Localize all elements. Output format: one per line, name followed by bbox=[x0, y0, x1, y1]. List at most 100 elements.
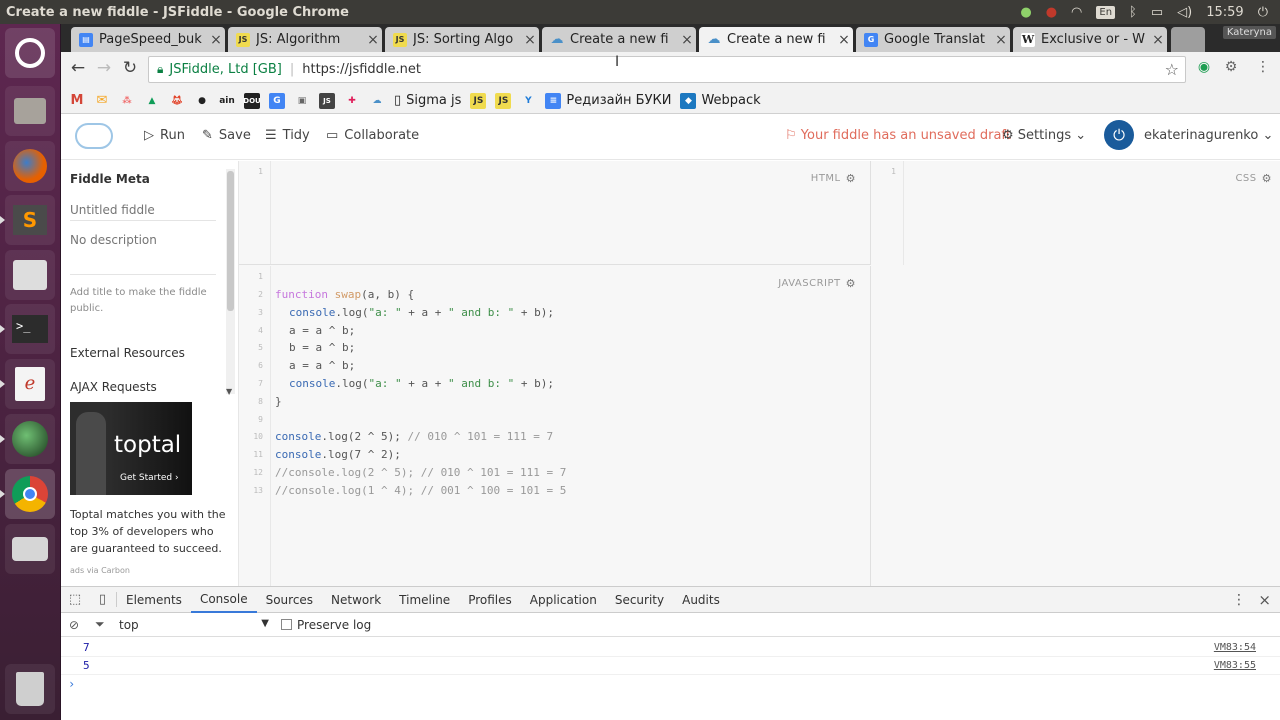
external-resources-link[interactable]: External Resources bbox=[70, 346, 185, 360]
new-tab-button[interactable] bbox=[1171, 27, 1205, 52]
tidy-button[interactable]: ☰ Tidy bbox=[265, 128, 310, 143]
filter-icon[interactable]: ⏷ bbox=[95, 617, 111, 632]
tab-jsfiddle-2[interactable]: ☁ Create a new fi × bbox=[699, 27, 853, 52]
chat-icon[interactable]: ● bbox=[1020, 5, 1031, 20]
code-line-11[interactable]: console.log(7 ^ 2); bbox=[275, 446, 401, 464]
cloud-icon[interactable]: ☁ bbox=[369, 93, 385, 109]
devtools-tab-elements[interactable]: Elements bbox=[117, 587, 191, 613]
username[interactable]: ekaterinagurenko ⌄ bbox=[1144, 128, 1273, 143]
collaborate-button[interactable]: ▭ Collaborate bbox=[326, 128, 419, 143]
code-line-4[interactable]: a = a ^ b; bbox=[289, 322, 355, 340]
code-line-2[interactable]: function swap(a, b) { bbox=[275, 286, 414, 304]
close-icon[interactable]: × bbox=[364, 32, 382, 48]
close-icon[interactable]: × bbox=[992, 32, 1010, 48]
inspect-element-icon[interactable]: ⬚ bbox=[61, 592, 89, 607]
chrome-icon[interactable] bbox=[0, 469, 55, 519]
slack-icon[interactable]: ✚ bbox=[344, 93, 360, 109]
bookmark-redesign[interactable]: ≡ Редизайн БУКИ bbox=[545, 92, 671, 109]
devtools-menu-icon[interactable]: ⋮ bbox=[1232, 592, 1246, 608]
power-icon[interactable]: ⏻ bbox=[1258, 5, 1268, 20]
image-icon[interactable]: ▣ bbox=[294, 93, 310, 109]
back-button[interactable]: ← bbox=[65, 58, 91, 78]
bookmark-star-icon[interactable]: ☆ bbox=[1165, 60, 1179, 79]
close-icon[interactable]: × bbox=[521, 32, 539, 48]
gear-icon[interactable]: ⚙ bbox=[846, 277, 856, 290]
code-line-3[interactable]: console.log("a: " + a + " and b: " + b); bbox=[289, 304, 554, 322]
jsbin-icon[interactable]: JS bbox=[319, 92, 335, 109]
context-selector[interactable]: top ▼ bbox=[119, 618, 269, 632]
jsfiddle-logo-icon[interactable] bbox=[75, 123, 113, 149]
battery-icon[interactable]: ▭ bbox=[1151, 5, 1163, 20]
sublime-text-icon[interactable]: S bbox=[0, 195, 55, 245]
scroll-down-icon[interactable]: ▼ bbox=[226, 387, 232, 396]
image-viewer-icon[interactable] bbox=[5, 250, 55, 300]
files-icon[interactable] bbox=[5, 86, 55, 136]
gitlab-icon[interactable]: 🦊︎ bbox=[169, 93, 185, 109]
devtools-tab-security[interactable]: Security bbox=[606, 587, 673, 613]
code-line-7[interactable]: console.log("a: " + a + " and b: " + b); bbox=[289, 375, 554, 393]
tab-google-translate[interactable]: G Google Translat × bbox=[856, 27, 1010, 52]
devtools-tab-sources[interactable]: Sources bbox=[257, 587, 322, 613]
disk-icon[interactable] bbox=[5, 524, 55, 574]
fiddle-title-input[interactable] bbox=[70, 199, 216, 221]
volume-icon[interactable]: ◁) bbox=[1177, 5, 1192, 20]
wifi-icon[interactable]: ◠ bbox=[1071, 5, 1082, 20]
checkbox[interactable] bbox=[281, 619, 292, 630]
mail-icon[interactable]: ✉ bbox=[94, 93, 110, 109]
asana-icon[interactable]: ⁂ bbox=[119, 93, 135, 109]
tab-jsfiddle-1[interactable]: ☁ Create a new fi × bbox=[542, 27, 696, 52]
tab-pagespeed[interactable]: ▤ PageSpeed_buk × bbox=[71, 27, 225, 52]
code-line-10[interactable]: console.log(2 ^ 5); // 010 ^ 101 = 111 =… bbox=[275, 428, 553, 446]
console-prompt[interactable]: › bbox=[61, 675, 1280, 693]
result-panel[interactable] bbox=[872, 266, 1280, 586]
trash-icon[interactable] bbox=[5, 664, 55, 714]
bluetooth-icon[interactable]: ᛒ bbox=[1129, 5, 1137, 20]
devtools-close-icon[interactable]: × bbox=[1258, 591, 1271, 609]
extension-gear-icon[interactable]: ⚙ bbox=[1221, 59, 1241, 79]
tab-js-algorithm[interactable]: JS JS: Algorithm × bbox=[228, 27, 382, 52]
console-row[interactable]: 7 VM83:54 bbox=[61, 639, 1280, 657]
devtools-tab-timeline[interactable]: Timeline bbox=[390, 587, 459, 613]
console-source-link[interactable]: VM83:54 bbox=[1214, 642, 1256, 653]
run-button[interactable]: ▷ Run bbox=[144, 128, 185, 143]
ajax-requests-link[interactable]: AJAX Requests bbox=[70, 380, 157, 394]
code-line-13[interactable]: //console.log(1 ^ 4); // 001 ^ 100 = 101… bbox=[275, 482, 566, 500]
gear-icon[interactable]: ⚙ bbox=[846, 172, 856, 185]
settings-button[interactable]: ⚙ Settings ⌄ bbox=[1002, 128, 1086, 143]
firefox-icon[interactable] bbox=[5, 141, 55, 191]
scrollbar-thumb[interactable] bbox=[227, 171, 234, 311]
clear-console-icon[interactable]: ⊘ bbox=[69, 618, 85, 632]
save-button[interactable]: ✎ Save bbox=[202, 128, 251, 143]
close-icon[interactable]: × bbox=[207, 32, 225, 48]
code-line-6[interactable]: a = a ^ b; bbox=[289, 357, 355, 375]
menu-kebab-icon[interactable]: ⋮ bbox=[1253, 59, 1273, 79]
avatar[interactable]: ⏻ bbox=[1104, 120, 1134, 150]
profile-chip[interactable]: Kateryna bbox=[1222, 26, 1276, 39]
translate-icon[interactable]: G bbox=[269, 92, 285, 109]
ad-credit[interactable]: ads via Carbon bbox=[70, 566, 130, 575]
devtools-tab-application[interactable]: Application bbox=[521, 587, 606, 613]
ain-icon[interactable]: ain bbox=[219, 93, 235, 109]
bookmark-sigma[interactable]: ▯ Sigma js bbox=[394, 93, 461, 108]
gmail-icon[interactable]: M bbox=[69, 93, 85, 109]
clock[interactable]: 15:59 bbox=[1206, 5, 1243, 20]
javascript-panel[interactable]: JAVASCRIPT ⚙ 1 2 3 4 5 6 7 8 9 10 11 12 1… bbox=[239, 266, 871, 586]
record-icon[interactable]: ● bbox=[1046, 5, 1057, 20]
reload-button[interactable]: ↻ bbox=[117, 58, 143, 78]
preserve-log-checkbox[interactable]: Preserve log bbox=[281, 618, 371, 632]
drive-icon[interactable]: ▲ bbox=[144, 93, 160, 109]
github-icon[interactable]: ● bbox=[194, 93, 210, 109]
ad-text[interactable]: Toptal matches you with the top 3% of de… bbox=[70, 506, 232, 557]
code-line-12[interactable]: //console.log(2 ^ 5); // 010 ^ 101 = 111… bbox=[275, 464, 566, 482]
yammer-icon[interactable]: Y bbox=[520, 93, 536, 109]
tab-js-sorting[interactable]: JS JS: Sorting Algo × bbox=[385, 27, 539, 52]
sidebar-scrollbar[interactable]: ▼ bbox=[226, 169, 235, 396]
console-source-link[interactable]: VM83:55 bbox=[1214, 660, 1256, 671]
console-row[interactable]: 5 VM83:55 bbox=[61, 657, 1280, 675]
close-icon[interactable]: × bbox=[678, 32, 696, 48]
close-icon[interactable]: × bbox=[1149, 32, 1167, 48]
devtools-tab-console[interactable]: Console bbox=[190, 587, 257, 613]
html-panel[interactable]: 1 HTML ⚙ bbox=[239, 161, 871, 265]
address-bar[interactable]: 🔒︎ JSFiddle, Ltd [GB] | https://jsfiddle… bbox=[148, 56, 1186, 83]
extension-green-icon[interactable]: ◉ bbox=[1194, 59, 1214, 79]
